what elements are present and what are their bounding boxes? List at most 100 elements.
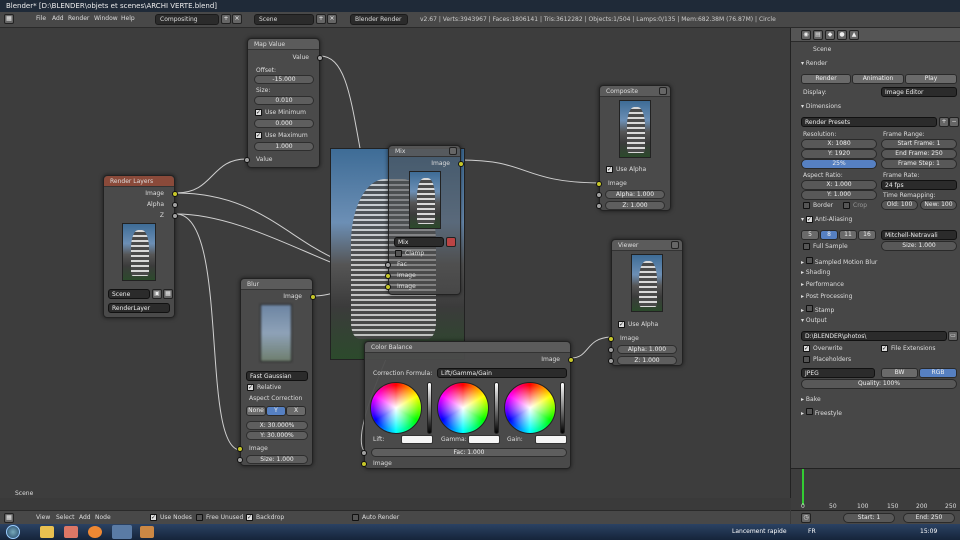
output-z-socket[interactable] xyxy=(172,213,178,219)
alpha-toggle-icon[interactable] xyxy=(446,237,456,247)
output-image-socket[interactable] xyxy=(310,294,316,300)
aa-samples-16-button[interactable]: 16 xyxy=(858,230,876,240)
quick-launch-label[interactable]: Lancement rapide xyxy=(732,528,787,535)
aa-samples-5-button[interactable]: 5 xyxy=(801,230,819,240)
new-frames-field[interactable]: New: 100 xyxy=(920,200,957,210)
auto-render-checkbox[interactable] xyxy=(352,514,359,521)
add-layout-button[interactable]: + xyxy=(221,14,231,24)
object-tab-icon[interactable]: ▲ xyxy=(849,30,859,40)
gamma-color-wheel[interactable] xyxy=(437,382,489,434)
gain-color-swatch[interactable] xyxy=(535,435,567,444)
crop-checkbox[interactable] xyxy=(843,202,850,209)
timeline-editor-icon[interactable]: ◷ xyxy=(801,513,811,523)
input-z-socket[interactable] xyxy=(608,358,614,364)
output-section-header[interactable]: ▾ Output xyxy=(801,317,827,324)
start-frame-field[interactable]: Start Frame: 1 xyxy=(881,139,957,149)
use-alpha-checkbox[interactable]: ✓ xyxy=(606,166,613,173)
sampled-motion-blur-header[interactable]: ▸ Sampled Motion Blur xyxy=(801,257,877,266)
resolution-x-field[interactable]: X: 1080 xyxy=(801,139,877,149)
input-value-socket[interactable] xyxy=(244,157,250,163)
performance-section-header[interactable]: ▸ Performance xyxy=(801,281,844,288)
output-image-socket[interactable] xyxy=(568,357,574,363)
lift-color-swatch[interactable] xyxy=(401,435,433,444)
frame-rate-dropdown[interactable]: 24 fps xyxy=(881,180,957,190)
stamp-checkbox[interactable] xyxy=(805,305,813,312)
alpha-field[interactable]: Alpha: 1.000 xyxy=(605,190,665,199)
input-image-socket[interactable] xyxy=(237,446,243,452)
remove-preset-button[interactable]: − xyxy=(949,117,959,127)
size-x-field[interactable]: X: 30.000% xyxy=(246,421,308,430)
menu-add[interactable]: Add xyxy=(52,15,64,22)
blender-taskbar-icon[interactable] xyxy=(112,525,132,539)
lift-value-slider[interactable] xyxy=(427,382,432,434)
minimum-field[interactable]: 0.000 xyxy=(254,119,314,128)
play-button[interactable]: Play xyxy=(905,74,957,84)
overwrite-checkbox[interactable]: ✓ xyxy=(803,345,810,352)
aa-samples-8-button[interactable]: 8 xyxy=(820,230,838,240)
quality-field[interactable]: Quality: 100% xyxy=(801,379,957,389)
output-path-field[interactable]: D:\BLENDER\photos\ xyxy=(801,331,947,341)
output-alpha-socket[interactable] xyxy=(172,202,178,208)
render-layer-selector[interactable]: RenderLayer xyxy=(108,303,170,313)
remove-scene-button[interactable]: × xyxy=(327,14,337,24)
aspect-x-field[interactable]: X: 1.000 xyxy=(801,180,877,190)
dimensions-section-header[interactable]: ▾ Dimensions xyxy=(801,103,841,110)
render-section-header[interactable]: ▾ Render xyxy=(801,60,827,67)
z-field[interactable]: Z: 1.000 xyxy=(617,356,677,365)
end-field[interactable]: End: 250 xyxy=(903,513,955,523)
menu-node[interactable]: Node xyxy=(95,514,111,521)
start-button[interactable] xyxy=(6,525,20,539)
input-alpha-socket[interactable] xyxy=(608,347,614,353)
menu-render[interactable]: Render xyxy=(68,15,89,22)
placeholders-checkbox[interactable] xyxy=(803,356,810,363)
render-presets-dropdown[interactable]: Render Presets xyxy=(801,117,937,127)
system-clock[interactable]: 15:09 xyxy=(920,528,937,535)
shading-section-header[interactable]: ▸ Shading xyxy=(801,269,830,276)
full-sample-checkbox[interactable] xyxy=(803,243,810,250)
z-field[interactable]: Z: 1.000 xyxy=(605,201,665,210)
size-y-field[interactable]: Y: 30.000% xyxy=(246,431,308,440)
preview-toggle-icon[interactable] xyxy=(659,87,667,95)
node-viewer[interactable]: Viewer ✓ Use Alpha Image Alpha: 1.000 Z:… xyxy=(608,239,683,366)
aa-filter-dropdown[interactable]: Mitchell-Netravali xyxy=(881,230,957,240)
node-map-value[interactable]: Map Value Value Offset: -15.000 Size: 0.… xyxy=(244,38,323,168)
input-image1-socket[interactable] xyxy=(385,273,391,279)
file-extensions-checkbox[interactable]: ✓ xyxy=(881,345,888,352)
node-blur[interactable]: Blur Image Fast Gaussian ✓ Relative Aspe… xyxy=(237,278,316,466)
language-indicator[interactable]: FR xyxy=(808,528,816,535)
world-tab-icon[interactable]: ● xyxy=(837,30,847,40)
explorer-icon[interactable] xyxy=(40,526,54,538)
use-minimum-checkbox[interactable]: ✓ xyxy=(255,109,262,116)
display-dropdown[interactable]: Image Editor xyxy=(881,87,957,97)
resolution-y-field[interactable]: Y: 1920 xyxy=(801,149,877,159)
use-alpha-checkbox[interactable]: ✓ xyxy=(618,321,625,328)
stamp-section-header[interactable]: ▸ Stamp xyxy=(801,305,834,314)
animation-button[interactable]: Animation xyxy=(852,74,904,84)
use-maximum-checkbox[interactable]: ✓ xyxy=(255,132,262,139)
relative-checkbox[interactable]: ✓ xyxy=(247,384,254,391)
gain-value-slider[interactable] xyxy=(560,382,565,434)
render-layer-icon[interactable]: ▦ xyxy=(163,289,173,299)
firefox-icon[interactable] xyxy=(88,526,102,538)
media-player-icon[interactable] xyxy=(64,526,78,538)
alpha-field[interactable]: Alpha: 1.000 xyxy=(617,345,677,354)
anti-aliasing-checkbox[interactable]: ✓ xyxy=(805,216,813,223)
layers-tab-icon[interactable]: ▤ xyxy=(813,30,823,40)
menu-add[interactable]: Add xyxy=(79,514,91,521)
output-image-socket[interactable] xyxy=(458,161,464,167)
input-image-socket[interactable] xyxy=(361,461,367,467)
render-tab-icon[interactable]: ◉ xyxy=(801,30,811,40)
node-editor[interactable]: Map Value Value Offset: -15.000 Size: 0.… xyxy=(0,28,790,498)
size-field[interactable]: 0.010 xyxy=(254,96,314,105)
folder-browse-icon[interactable]: ▭ xyxy=(948,331,958,341)
menu-view[interactable]: View xyxy=(36,514,50,521)
correction-formula-dropdown[interactable]: Lift/Gamma/Gain xyxy=(437,368,567,378)
menu-file[interactable]: File xyxy=(36,15,46,22)
fac-field[interactable]: Fac: 1.000 xyxy=(371,448,567,457)
old-frames-field[interactable]: Old: 100 xyxy=(881,200,918,210)
post-processing-section-header[interactable]: ▸ Post Processing xyxy=(801,293,852,300)
resolution-percentage-field[interactable]: 25% xyxy=(801,159,877,169)
add-preset-button[interactable]: + xyxy=(939,117,949,127)
use-nodes-checkbox[interactable]: ✓ xyxy=(150,514,157,521)
gamma-color-swatch[interactable] xyxy=(468,435,500,444)
